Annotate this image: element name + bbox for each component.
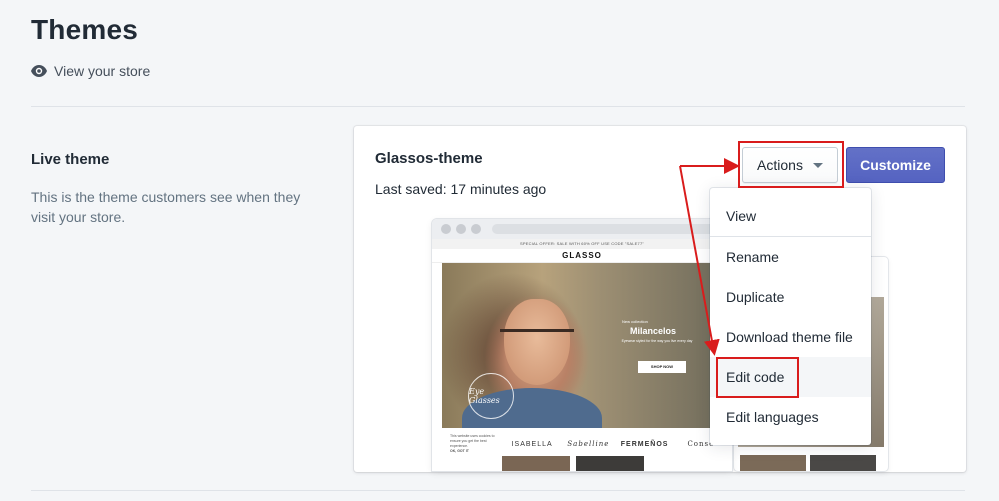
brand-logo: ISABELLA bbox=[511, 440, 553, 448]
menu-item-edit-code[interactable]: Edit code bbox=[710, 357, 871, 397]
theme-preview-desktop[interactable]: SPECIAL OFFER: SALE WITH 60% OFF USE COD… bbox=[432, 219, 732, 471]
hero-glasses bbox=[500, 329, 574, 345]
menu-item-rename[interactable]: Rename bbox=[710, 237, 871, 277]
actions-menu: View Rename Duplicate Download theme fil… bbox=[710, 188, 871, 445]
preview-hero: New collection Milancelos Eyewear styled… bbox=[442, 263, 729, 428]
hero-shop-button: SHOP NOW bbox=[638, 361, 686, 373]
hero-seal: Eye Glasses bbox=[468, 373, 514, 419]
actions-label: Actions bbox=[757, 157, 803, 173]
page-title: Themes bbox=[31, 14, 139, 45]
live-theme-description: This is the theme customers see when the… bbox=[31, 189, 301, 225]
caret-down-icon bbox=[812, 162, 823, 168]
window-dot-icon bbox=[471, 224, 481, 234]
menu-item-edit-languages[interactable]: Edit languages bbox=[710, 397, 871, 437]
cookie-note-text: This website uses cookies to ensure you … bbox=[450, 434, 495, 448]
preview-announcement: SPECIAL OFFER: SALE WITH 60% OFF USE COD… bbox=[432, 239, 732, 249]
eye-icon bbox=[31, 65, 47, 77]
brand-logo: Sabelline bbox=[567, 440, 610, 448]
section-divider bbox=[31, 490, 965, 491]
product-thumbnail bbox=[502, 456, 570, 471]
view-store-link[interactable]: View your store bbox=[31, 63, 150, 79]
theme-name: Glassos-theme bbox=[375, 150, 483, 167]
hero-body: Eyewear styled for the way you live ever… bbox=[621, 339, 693, 343]
preview-logo: GLASSO bbox=[562, 251, 602, 260]
last-saved-text: Last saved: 17 minutes ago bbox=[375, 181, 547, 197]
view-store-label: View your store bbox=[54, 63, 151, 79]
preview-thumbnail bbox=[740, 455, 806, 471]
preview-product-row bbox=[502, 456, 644, 471]
menu-item-duplicate[interactable]: Duplicate bbox=[710, 277, 871, 317]
hero-kicker: New collection bbox=[622, 319, 648, 324]
window-dot-icon bbox=[456, 224, 466, 234]
actions-button[interactable]: Actions bbox=[742, 147, 838, 183]
cookie-note: This website uses cookies to ensure you … bbox=[442, 434, 504, 454]
live-theme-heading: Live theme bbox=[31, 151, 110, 168]
menu-item-download-theme-file[interactable]: Download theme file bbox=[710, 317, 871, 357]
preview-thumbnail bbox=[810, 455, 876, 471]
browser-toolbar bbox=[432, 219, 732, 239]
customize-button[interactable]: Customize bbox=[846, 147, 945, 183]
menu-item-view[interactable]: View bbox=[710, 196, 871, 236]
window-dot-icon bbox=[441, 224, 451, 234]
hero-heading: Milancelos bbox=[630, 326, 677, 336]
preview-site-header: GLASSO bbox=[432, 249, 732, 263]
section-divider bbox=[31, 106, 965, 107]
product-thumbnail bbox=[576, 456, 644, 471]
cookie-button: OK, GOT IT bbox=[450, 449, 469, 453]
preview-brand-strip: This website uses cookies to ensure you … bbox=[442, 431, 729, 457]
brand-logo: FERMEÑOS bbox=[620, 440, 669, 448]
address-bar bbox=[492, 224, 724, 234]
